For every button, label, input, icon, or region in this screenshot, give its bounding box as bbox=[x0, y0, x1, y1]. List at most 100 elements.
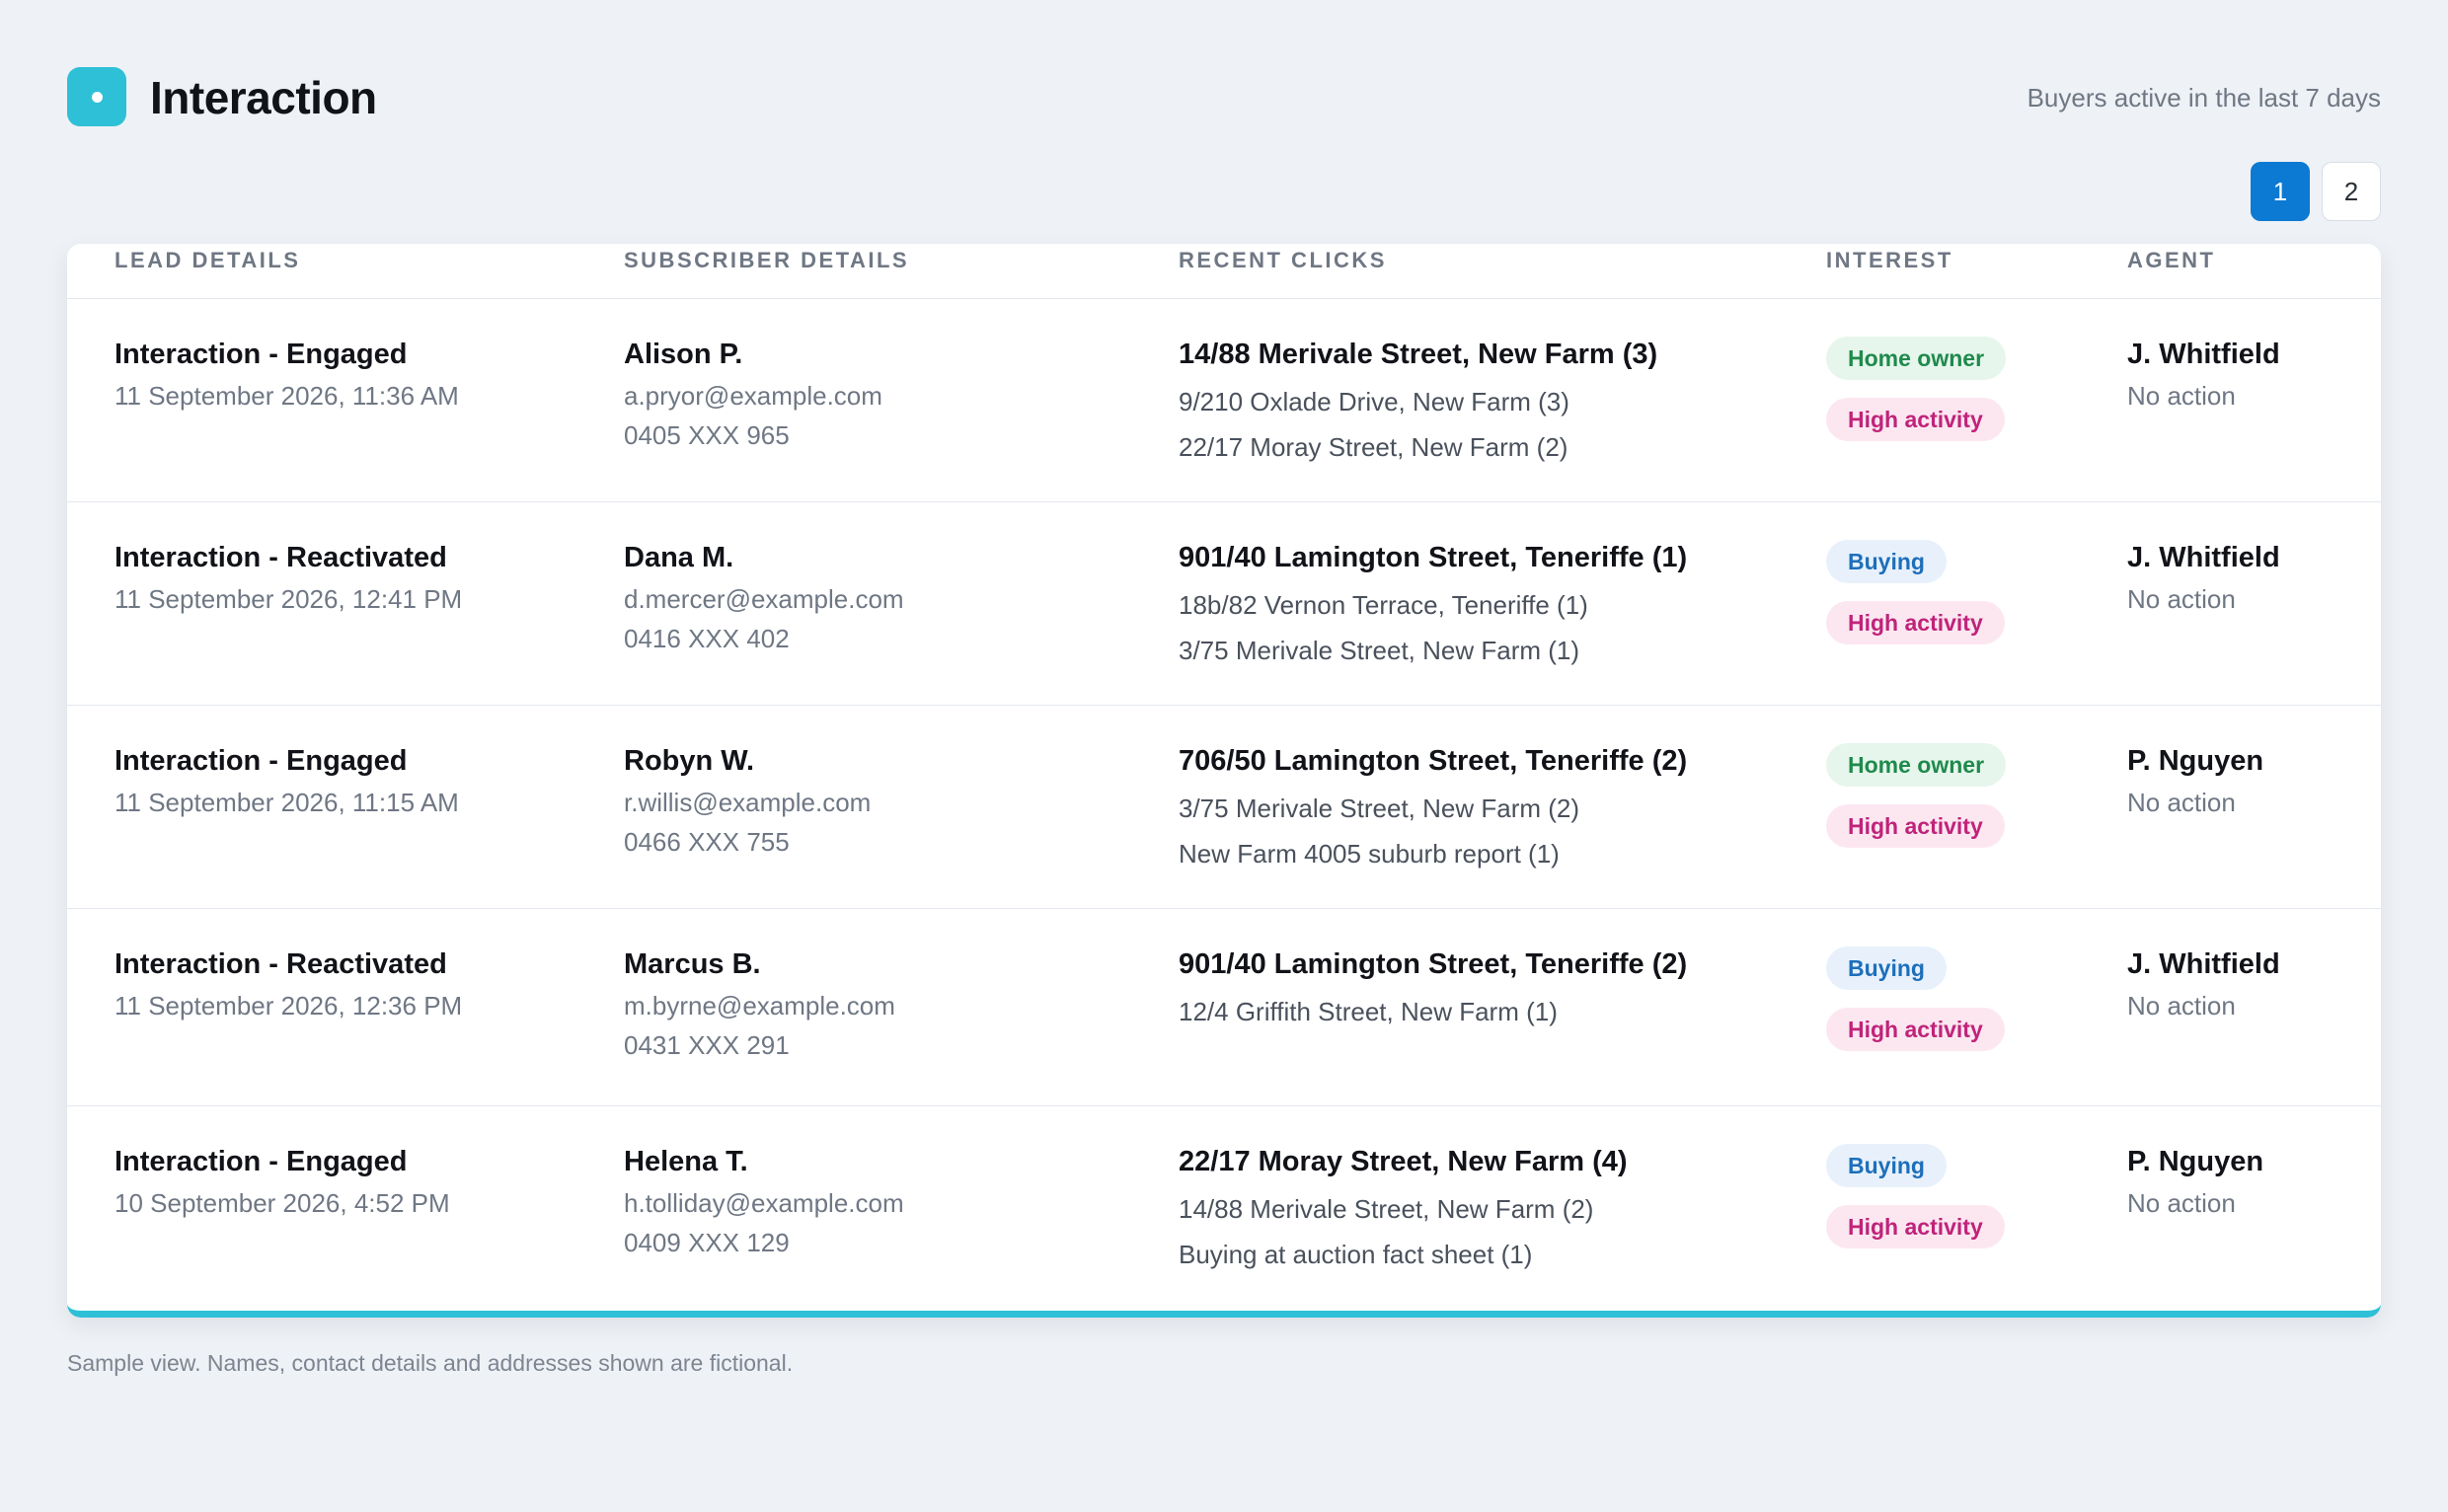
subscriber-name[interactable]: Marcus B. bbox=[624, 945, 895, 984]
lead-title[interactable]: Interaction - Engaged bbox=[115, 1142, 450, 1181]
subscriber-phone: 0416 XXX 402 bbox=[624, 624, 790, 653]
column-header-interest[interactable]: INTEREST bbox=[1826, 244, 1953, 277]
subscriber-name[interactable]: Helena T. bbox=[624, 1142, 904, 1181]
click-item[interactable]: 18b/82 Vernon Terrace, Teneriffe (1) bbox=[1179, 587, 1687, 623]
app-logo-icon bbox=[67, 67, 126, 126]
lead-title[interactable]: Interaction - Reactivated bbox=[115, 945, 462, 984]
table-header: LEAD DETAILS SUBSCRIBER DETAILS RECENT C… bbox=[67, 244, 2381, 299]
recent-clicks: 14/88 Merivale Street, New Farm (3) 9/21… bbox=[1179, 335, 1657, 465]
page-title: Interaction bbox=[150, 72, 377, 123]
agent-details: P. Nguyen No action bbox=[2127, 1142, 2263, 1221]
click-item[interactable]: 14/88 Merivale Street, New Farm (2) bbox=[1179, 1191, 1628, 1227]
agent-details: J. Whitfield No action bbox=[2127, 538, 2280, 617]
page: Interaction Buyers active in the last 7 … bbox=[0, 0, 2448, 1512]
subscriber-details: Marcus B. m.byrne@example.com 0431 XXX 2… bbox=[624, 945, 895, 1063]
page-button-2[interactable]: 2 bbox=[2322, 162, 2381, 221]
lead-title[interactable]: Interaction - Engaged bbox=[115, 741, 459, 781]
subscriber-details: Dana M. d.mercer@example.com 0416 XXX 40… bbox=[624, 538, 904, 656]
lead-time: 10 September 2026, 4:52 PM bbox=[115, 1188, 450, 1218]
agent-action: No action bbox=[2127, 1188, 2236, 1218]
lead-title[interactable]: Interaction - Reactivated bbox=[115, 538, 462, 577]
subscriber-email[interactable]: h.tolliday@example.com bbox=[624, 1185, 904, 1221]
recent-clicks: 706/50 Lamington Street, Teneriffe (2) 3… bbox=[1179, 741, 1687, 871]
subscriber-name[interactable]: Alison P. bbox=[624, 335, 882, 374]
click-item-primary[interactable]: 901/40 Lamington Street, Teneriffe (2) bbox=[1179, 945, 1687, 984]
badge-high-activity: High activity bbox=[1826, 398, 2005, 441]
agent-name[interactable]: P. Nguyen bbox=[2127, 1142, 2263, 1181]
click-item[interactable]: 9/210 Oxlade Drive, New Farm (3) bbox=[1179, 384, 1657, 419]
badge-home-owner: Home owner bbox=[1826, 337, 2007, 380]
click-item-primary[interactable]: 22/17 Moray Street, New Farm (4) bbox=[1179, 1142, 1628, 1181]
column-header-clicks[interactable]: RECENT CLICKS bbox=[1179, 244, 1387, 277]
click-item-primary[interactable]: 14/88 Merivale Street, New Farm (3) bbox=[1179, 335, 1657, 374]
interest-badges: Home owner High activity bbox=[1826, 743, 2007, 866]
lead-time: 11 September 2026, 11:15 AM bbox=[115, 788, 459, 817]
table-row[interactable]: Interaction - Reactivated 11 September 2… bbox=[67, 909, 2381, 1106]
click-item[interactable]: 22/17 Moray Street, New Farm (2) bbox=[1179, 429, 1657, 465]
subscriber-name[interactable]: Robyn W. bbox=[624, 741, 871, 781]
lead-details: Interaction - Engaged 10 September 2026,… bbox=[115, 1142, 450, 1221]
agent-action: No action bbox=[2127, 788, 2236, 817]
subscriber-email[interactable]: m.byrne@example.com bbox=[624, 988, 895, 1023]
interest-badges: Buying High activity bbox=[1826, 540, 2005, 662]
subscriber-details: Helena T. h.tolliday@example.com 0409 XX… bbox=[624, 1142, 904, 1260]
badge-high-activity: High activity bbox=[1826, 1008, 2005, 1051]
lead-title[interactable]: Interaction - Engaged bbox=[115, 335, 459, 374]
lead-time: 11 September 2026, 11:36 AM bbox=[115, 381, 459, 411]
page-button-1[interactable]: 1 bbox=[2251, 162, 2310, 221]
click-item[interactable]: 3/75 Merivale Street, New Farm (2) bbox=[1179, 791, 1687, 826]
subscriber-phone: 0431 XXX 291 bbox=[624, 1030, 790, 1060]
badge-buying: Buying bbox=[1826, 946, 1947, 990]
agent-details: J. Whitfield No action bbox=[2127, 945, 2280, 1023]
subscriber-email[interactable]: r.willis@example.com bbox=[624, 785, 871, 820]
subscriber-details: Robyn W. r.willis@example.com 0466 XXX 7… bbox=[624, 741, 871, 860]
subscriber-phone: 0405 XXX 965 bbox=[624, 420, 790, 450]
recent-clicks: 22/17 Moray Street, New Farm (4) 14/88 M… bbox=[1179, 1142, 1628, 1272]
agent-name[interactable]: P. Nguyen bbox=[2127, 741, 2263, 781]
page-subtitle: Buyers active in the last 7 days bbox=[2027, 83, 2381, 113]
recent-clicks: 901/40 Lamington Street, Teneriffe (1) 1… bbox=[1179, 538, 1687, 668]
agent-name[interactable]: J. Whitfield bbox=[2127, 538, 2280, 577]
subscriber-details: Alison P. a.pryor@example.com 0405 XXX 9… bbox=[624, 335, 882, 453]
badge-high-activity: High activity bbox=[1826, 1205, 2005, 1248]
pagination: 12 bbox=[2239, 162, 2381, 221]
interest-badges: Buying High activity bbox=[1826, 946, 2005, 1069]
click-item[interactable]: New Farm 4005 suburb report (1) bbox=[1179, 836, 1687, 871]
column-header-subscriber[interactable]: SUBSCRIBER DETAILS bbox=[624, 244, 909, 277]
click-item-primary[interactable]: 901/40 Lamington Street, Teneriffe (1) bbox=[1179, 538, 1687, 577]
click-item[interactable]: 3/75 Merivale Street, New Farm (1) bbox=[1179, 633, 1687, 668]
agent-details: J. Whitfield No action bbox=[2127, 335, 2280, 414]
lead-details: Interaction - Engaged 11 September 2026,… bbox=[115, 335, 459, 414]
click-item[interactable]: 12/4 Griffith Street, New Farm (1) bbox=[1179, 994, 1687, 1029]
badge-home-owner: Home owner bbox=[1826, 743, 2007, 787]
click-item[interactable]: Buying at auction fact sheet (1) bbox=[1179, 1237, 1628, 1272]
interest-badges: Home owner High activity bbox=[1826, 337, 2007, 459]
logo-dot bbox=[92, 92, 103, 103]
subscriber-name[interactable]: Dana M. bbox=[624, 538, 904, 577]
footnote: Sample view. Names, contact details and … bbox=[67, 1350, 794, 1376]
agent-name[interactable]: J. Whitfield bbox=[2127, 335, 2280, 374]
badge-high-activity: High activity bbox=[1826, 601, 2005, 644]
agent-name[interactable]: J. Whitfield bbox=[2127, 945, 2280, 984]
table-row[interactable]: Interaction - Engaged 11 September 2026,… bbox=[67, 299, 2381, 502]
badge-buying: Buying bbox=[1826, 540, 1947, 583]
interactions-table: LEAD DETAILS SUBSCRIBER DETAILS RECENT C… bbox=[67, 244, 2381, 1318]
agent-details: P. Nguyen No action bbox=[2127, 741, 2263, 820]
agent-action: No action bbox=[2127, 584, 2236, 614]
interest-badges: Buying High activity bbox=[1826, 1144, 2005, 1266]
column-header-lead[interactable]: LEAD DETAILS bbox=[115, 244, 300, 277]
badge-high-activity: High activity bbox=[1826, 804, 2005, 848]
agent-action: No action bbox=[2127, 991, 2236, 1021]
lead-details: Interaction - Engaged 11 September 2026,… bbox=[115, 741, 459, 820]
table-row[interactable]: Interaction - Engaged 11 September 2026,… bbox=[67, 706, 2381, 909]
subscriber-phone: 0409 XXX 129 bbox=[624, 1228, 790, 1257]
lead-time: 11 September 2026, 12:41 PM bbox=[115, 584, 463, 614]
recent-clicks: 901/40 Lamington Street, Teneriffe (2) 1… bbox=[1179, 945, 1687, 1029]
subscriber-email[interactable]: a.pryor@example.com bbox=[624, 378, 882, 414]
column-header-agent[interactable]: AGENT bbox=[2127, 244, 2216, 277]
subscriber-email[interactable]: d.mercer@example.com bbox=[624, 581, 904, 617]
table-row[interactable]: Interaction - Reactivated 11 September 2… bbox=[67, 502, 2381, 706]
subscriber-phone: 0466 XXX 755 bbox=[624, 827, 790, 857]
table-row[interactable]: Interaction - Engaged 10 September 2026,… bbox=[67, 1106, 2381, 1310]
click-item-primary[interactable]: 706/50 Lamington Street, Teneriffe (2) bbox=[1179, 741, 1687, 781]
